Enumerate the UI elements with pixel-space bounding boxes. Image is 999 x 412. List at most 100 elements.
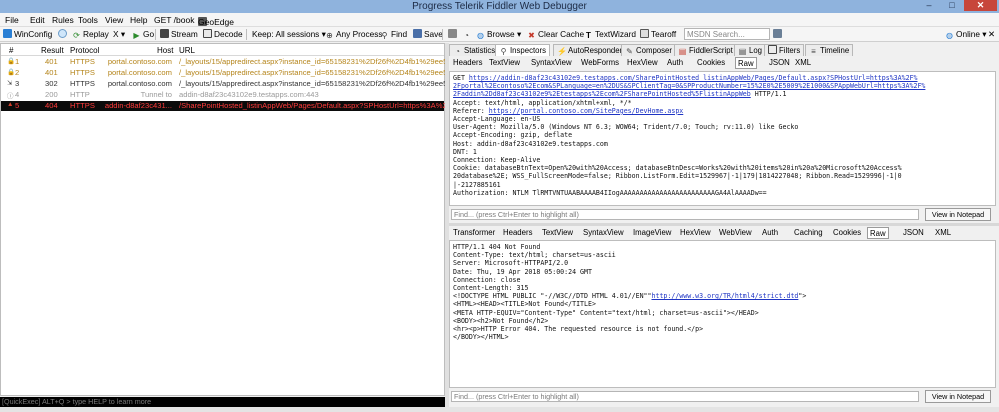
request-url-part3[interactable]: 2Faddin%2Dd8af23c43102e9%2Etestapps%2Eco…	[453, 90, 727, 98]
browse-button[interactable]: ◍ Browse ▾	[476, 29, 521, 40]
menu-view[interactable]: View	[105, 15, 123, 25]
timer-button[interactable]: ◔	[462, 29, 473, 40]
col-url[interactable]: URL	[179, 46, 195, 55]
response-view-in-notepad-button[interactable]: View in Notepad	[925, 390, 991, 403]
session-row[interactable]: ⇲ 3 302 HTTPS portal.contoso.com/_layouts/15…	[1, 79, 446, 89]
any-process-button[interactable]: ⊕ Any Process	[325, 29, 382, 40]
response-raw-view[interactable]: HTTP/1.1 404 Not Found Content-Type: tex…	[449, 240, 996, 388]
req-tab-headers[interactable]: Headers	[451, 57, 484, 69]
tab-inspectors[interactable]: ⚲ Inspectors	[495, 44, 550, 56]
tab-log[interactable]: ▤ Log	[734, 44, 767, 56]
session-row[interactable]: ▲ 5 404 HTTPS addin-d8af23c431.../SharePoint…	[1, 101, 446, 111]
session-url: addin-d8af23c43102e9.testapps.com:443	[179, 90, 319, 99]
col-host[interactable]: Host	[157, 46, 173, 55]
request-url-part2[interactable]: 2Fportal%2Econtoso%2Ecom&SPLanguage=en%2…	[453, 82, 925, 90]
resp-tab-syntaxview[interactable]: SyntaxView	[581, 227, 626, 239]
resp-tab-webview[interactable]: WebView	[717, 227, 754, 239]
camera-icon	[448, 29, 457, 38]
timeline-icon: ≡	[811, 47, 816, 56]
doctype-link[interactable]: http://www.w3.org/TR/html4/strict.dtd	[652, 292, 799, 300]
req-tab-cookies[interactable]: Cookies	[695, 57, 727, 69]
col-result[interactable]: Result	[41, 46, 64, 55]
response-find-input[interactable]: Find... (press Ctrl+Enter to highlight a…	[451, 391, 919, 402]
resp-tab-textview[interactable]: TextView	[540, 227, 575, 239]
tab-timeline[interactable]: ≡ Timeline	[805, 44, 854, 56]
clear-cache-button[interactable]: ✖ Clear Cache	[527, 29, 584, 40]
tab-fiddlerscript[interactable]: ▤ FiddlerScript	[674, 44, 737, 56]
resp-tab-headers[interactable]: Headers	[501, 227, 534, 239]
col-protocol[interactable]: Protocol	[70, 46, 99, 55]
sessions-list[interactable]: # Result Protocol Host URL 🔒 1 401 HTTPS por…	[0, 43, 446, 396]
resp-tab-imageview[interactable]: ImageView	[631, 227, 673, 239]
textwizard-button[interactable]: T TextWizard	[584, 29, 636, 40]
menu-get-book[interactable]: GET /book	[154, 15, 194, 25]
req-tab-textview[interactable]: TextView	[487, 57, 522, 69]
minimize-button[interactable]: –	[918, 0, 940, 11]
tab-autoresponder[interactable]: ⚡AutoResponder	[553, 44, 627, 56]
req-tab-auth[interactable]: Auth	[665, 57, 685, 69]
go-button[interactable]: ▶ Go	[132, 29, 154, 40]
resp-tab-auth[interactable]: Auth	[760, 227, 780, 239]
request-view-in-notepad-button[interactable]: View in Notepad	[925, 208, 991, 221]
msdn-search-input[interactable]: MSDN Search...	[684, 28, 770, 40]
close-toolbar-button[interactable]: ✕	[988, 29, 995, 39]
screenshot-button[interactable]	[448, 29, 459, 39]
tearoff-button[interactable]: Tearoff	[640, 29, 676, 39]
menu-rules[interactable]: Rules	[52, 15, 74, 25]
decode-button[interactable]: Decode	[203, 29, 243, 39]
resp-tab-cookies[interactable]: Cookies	[831, 227, 863, 239]
autoresponder-icon: ⚡	[557, 47, 567, 56]
remove-sessions-button[interactable]: X ▾	[113, 29, 125, 39]
resp-tab-hexview[interactable]: HexView	[678, 227, 713, 239]
stream-button[interactable]: Stream	[160, 29, 198, 39]
save-button[interactable]: Save	[413, 29, 443, 39]
menu-file[interactable]: File	[5, 15, 19, 25]
close-window-button[interactable]: ✕	[964, 0, 997, 11]
tearoff-icon	[640, 29, 649, 38]
replay-icon: ⟳	[73, 31, 80, 40]
session-host: portal.contoso.com	[107, 68, 172, 77]
resp-tab-xml[interactable]: XML	[933, 227, 953, 239]
horizontal-splitter[interactable]	[449, 223, 999, 226]
comment-button[interactable]	[58, 29, 69, 39]
request-url-part1[interactable]: https://addin-d8af23c43102e9.testapps.co…	[469, 74, 918, 82]
resp-tab-caching[interactable]: Caching	[792, 227, 825, 239]
req-tab-raw[interactable]: Raw	[735, 57, 757, 69]
request-find-input[interactable]: Find... (press Ctrl+Enter to highlight a…	[451, 209, 919, 220]
session-row[interactable]: 🔒 1 401 HTTPS portal.contoso.com/_layouts/15…	[1, 57, 446, 67]
comment-icon	[58, 29, 67, 38]
quickexec-input[interactable]: [QuickExec] ALT+Q > type HELP to learn m…	[0, 397, 445, 407]
menu-help[interactable]: Help	[130, 15, 147, 25]
resp-tab-raw[interactable]: Raw	[867, 227, 889, 239]
col-number[interactable]: #	[9, 46, 13, 55]
maximize-button[interactable]: □	[941, 0, 963, 11]
req-tab-xml[interactable]: XML	[793, 57, 813, 69]
resp-tab-transformer[interactable]: Transformer	[451, 227, 497, 239]
menu-tools[interactable]: Tools	[78, 15, 98, 25]
online-status-button[interactable]: ◍ Online ▾	[945, 29, 986, 40]
session-row[interactable]: 🔒 2 401 HTTPS portal.contoso.com/_layouts/15…	[1, 68, 446, 78]
req-tab-syntaxview[interactable]: SyntaxView	[529, 57, 574, 69]
tab-filters[interactable]: Filters	[764, 44, 805, 56]
keep-sessions-dropdown[interactable]: Keep: All sessions ▾	[252, 29, 326, 39]
toolbar-separator	[155, 29, 156, 40]
replay-button[interactable]: ⟳ Replay	[72, 29, 109, 40]
req-tab-hexview[interactable]: HexView	[625, 57, 660, 69]
session-row[interactable]: ⓘ 4 200 HTTP Tunnel to addin-d8af23c43102e9.t…	[1, 90, 444, 100]
req-tab-webforms[interactable]: WebForms	[579, 57, 621, 69]
tab-composer[interactable]: ✎ Composer	[621, 44, 676, 56]
find-button[interactable]: ⚲ Find	[380, 29, 408, 40]
tab-statistics[interactable]: ◔ Statistics	[449, 44, 500, 56]
request-url-part4[interactable]: AppWeb	[727, 90, 751, 98]
msdn-search-button[interactable]	[773, 29, 784, 39]
winconfig-button[interactable]: WinConfig	[3, 29, 52, 39]
header-line: User-Agent: Mozilla/5.0 (Windows NT 6.3;…	[453, 123, 799, 132]
clock-icon: ◔	[464, 31, 469, 40]
header-referer: Referer: https://portal.contoso.com/Site…	[453, 107, 992, 115]
menu-edit[interactable]: Edit	[30, 15, 45, 25]
request-raw-view[interactable]: GET https://addin-d8af23c43102e9.testapp…	[449, 71, 996, 206]
session-number: 2	[15, 68, 20, 77]
referer-link[interactable]: https://portal.contoso.com/SitePages/Dev…	[489, 107, 684, 115]
resp-tab-json[interactable]: JSON	[901, 227, 926, 239]
req-tab-json[interactable]: JSON	[767, 57, 792, 69]
